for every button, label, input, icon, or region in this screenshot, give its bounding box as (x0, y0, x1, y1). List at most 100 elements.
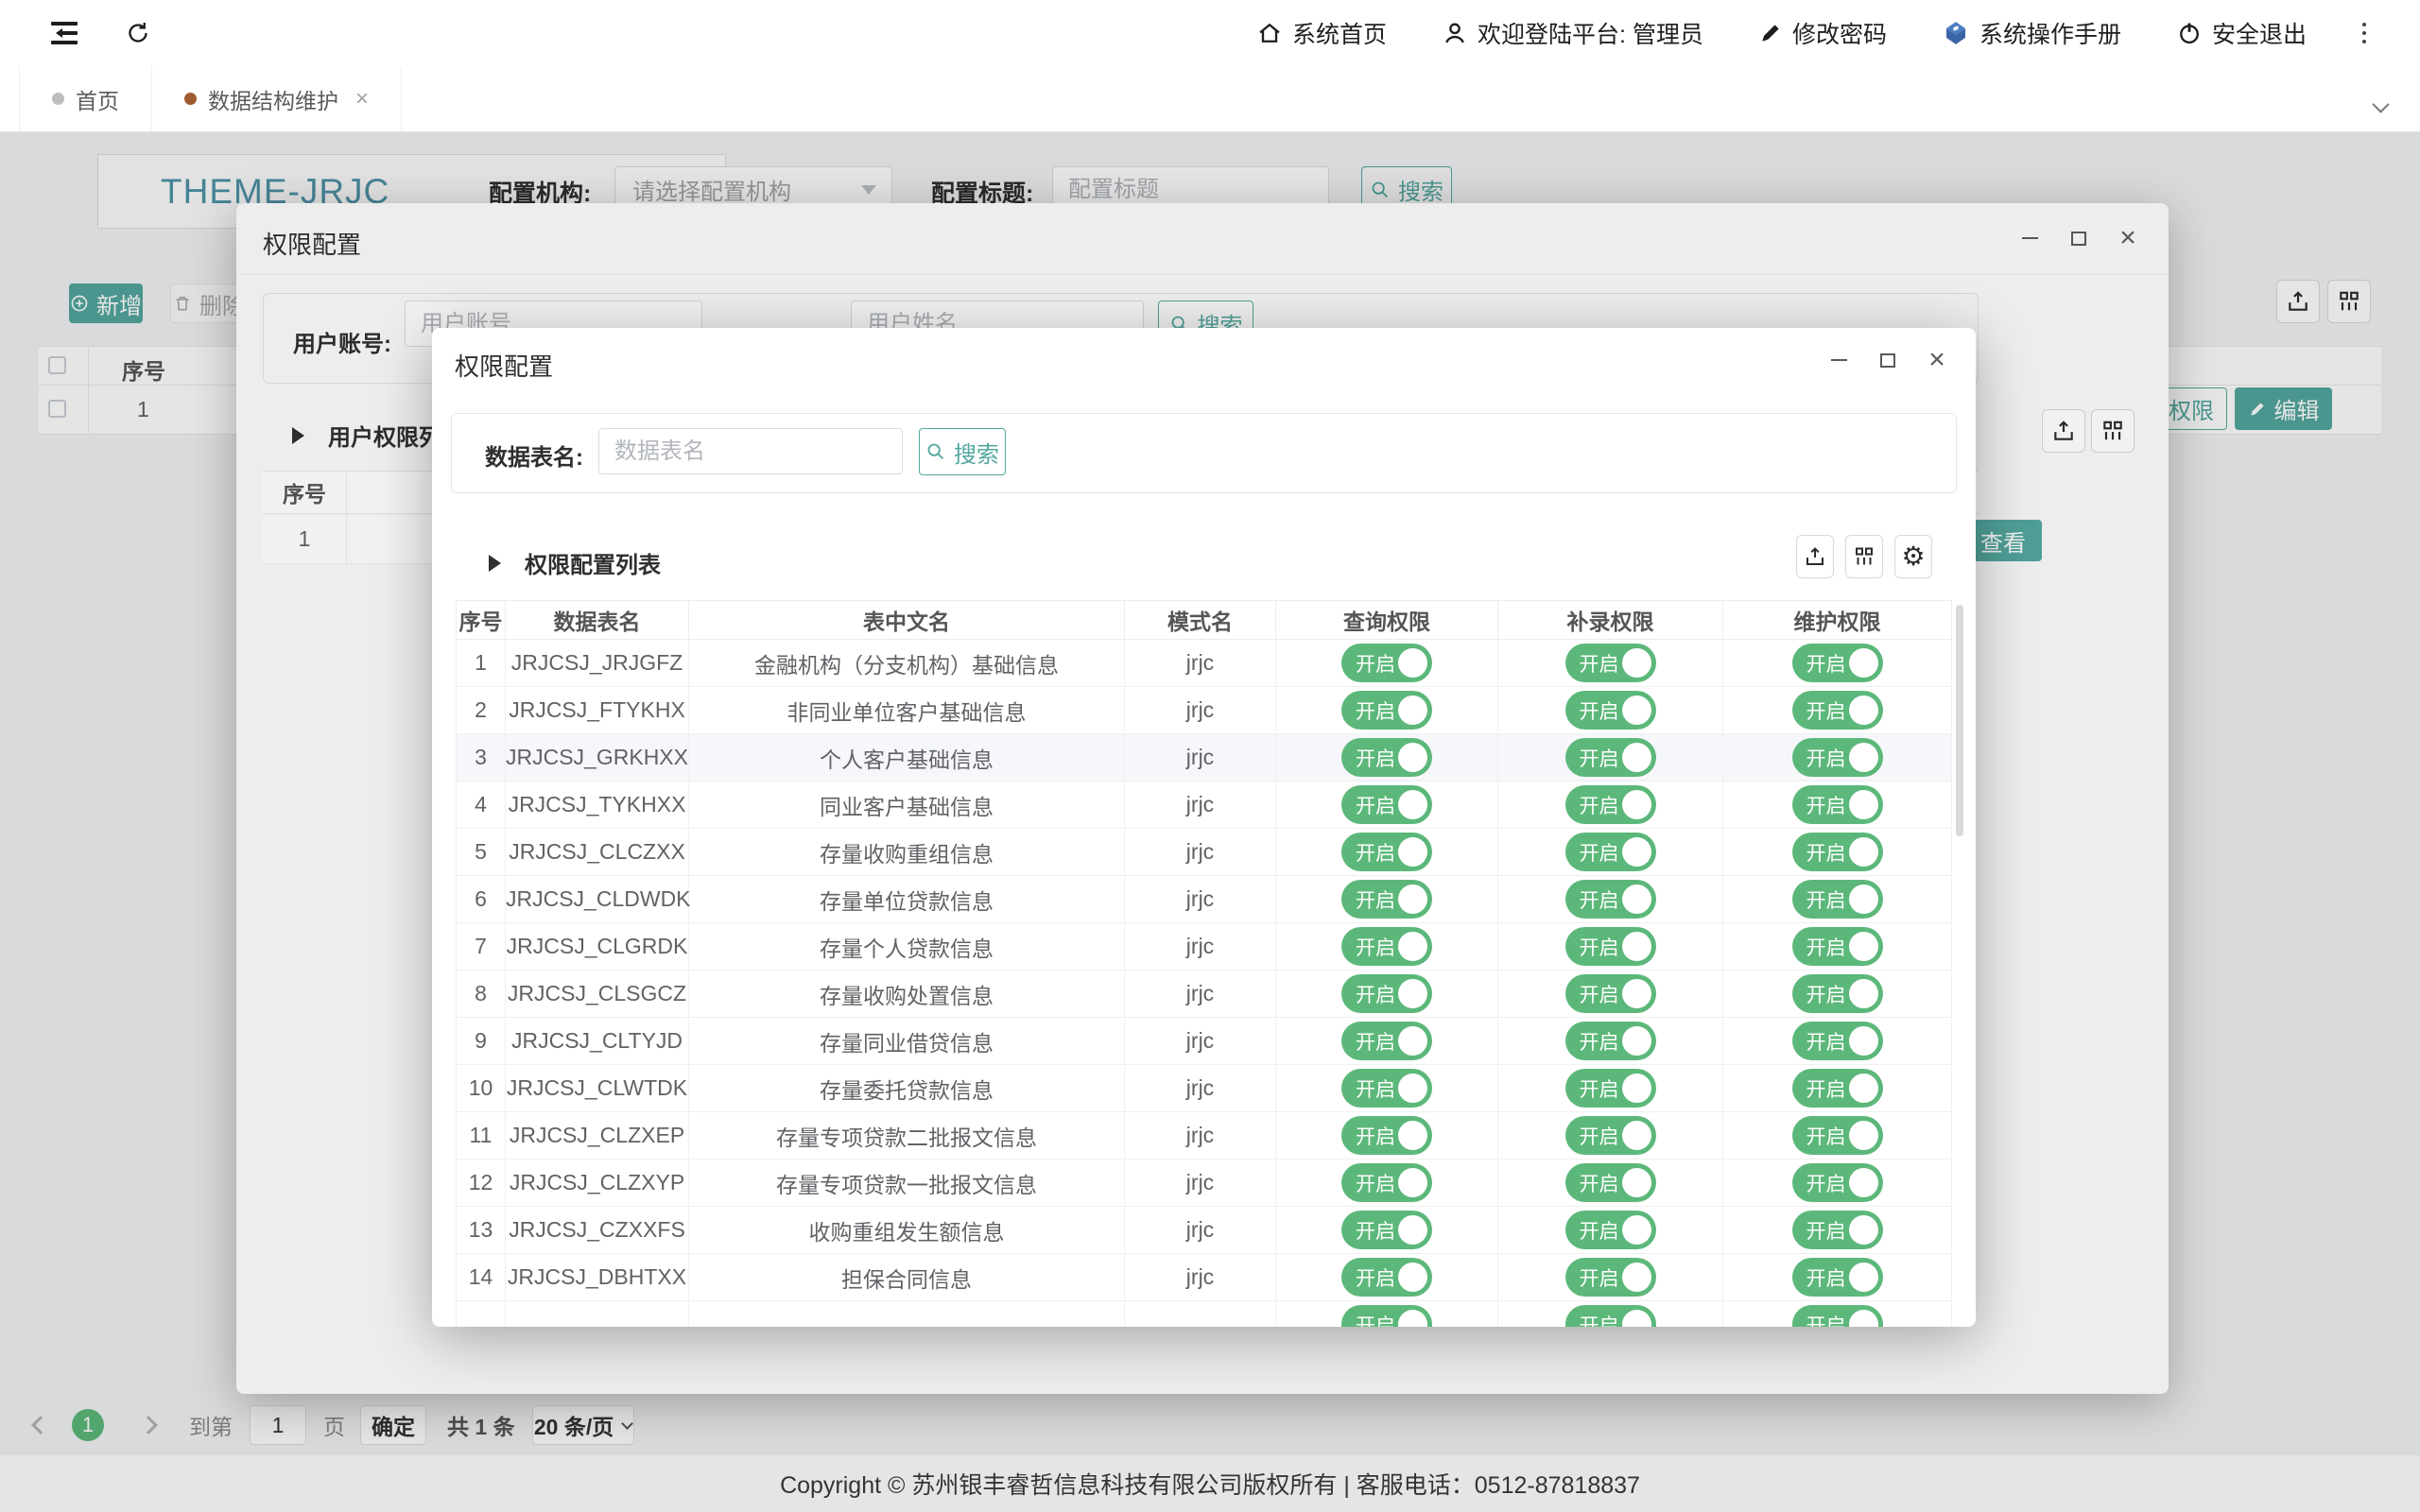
minimize-icon[interactable] (1826, 348, 1851, 372)
nav-system-manual[interactable]: 系统操作手册 (1942, 16, 2121, 50)
dialog-header[interactable]: 权限配置 × (432, 328, 1976, 394)
maintain-permission-toggle[interactable]: 开启 (1792, 1305, 1883, 1327)
maintain-permission-toggle[interactable]: 开启 (1792, 1258, 1883, 1297)
maximize-icon[interactable] (1876, 348, 1900, 372)
supplement-permission-toggle[interactable]: 开启 (1565, 1305, 1656, 1327)
supplement-permission-cell: 开启 (1498, 829, 1723, 876)
supplement-permission-toggle[interactable]: 开启 (1565, 785, 1656, 824)
maintain-permission-toggle[interactable]: 开启 (1792, 1116, 1883, 1155)
query-permission-toggle[interactable]: 开启 (1341, 691, 1432, 730)
maintain-permission-cell: 开启 (1723, 876, 1952, 923)
refresh-icon[interactable] (125, 20, 151, 46)
maintain-permission-toggle[interactable]: 开启 (1792, 644, 1883, 682)
maintain-permission-cell: 开启 (1723, 734, 1952, 782)
nav-system-manual-label: 系统操作手册 (1979, 16, 2121, 50)
supplement-permission-toggle[interactable]: 开启 (1565, 1211, 1656, 1249)
toggle-on-label: 开启 (1580, 933, 1619, 961)
maintain-permission-toggle[interactable]: 开启 (1792, 880, 1883, 919)
query-permission-toggle[interactable]: 开启 (1341, 974, 1432, 1013)
settings-icon-button[interactable]: ⚙ (1894, 535, 1932, 578)
query-permission-cell: 开启 (1276, 923, 1498, 971)
close-icon[interactable]: × (1925, 348, 1949, 372)
query-permission-cell: 开启 (1276, 1018, 1498, 1065)
scrollbar-thumb[interactable] (1956, 605, 1963, 836)
maintain-permission-toggle[interactable]: 开启 (1792, 738, 1883, 777)
maintain-permission-cell: 开启 (1723, 1018, 1952, 1065)
supplement-permission-toggle[interactable]: 开启 (1565, 1116, 1656, 1155)
toggle-knob (1622, 1168, 1651, 1197)
row-cn-name: 非同业单位客户基础信息 (689, 687, 1125, 734)
toggle-on-label: 开启 (1580, 1263, 1619, 1292)
row-seq: 14 (457, 1254, 506, 1301)
maintain-permission-cell: 开启 (1723, 971, 1952, 1018)
nav-change-password[interactable]: 修改密码 (1758, 16, 1887, 50)
row-seq (457, 1301, 506, 1328)
supplement-permission-cell: 开启 (1498, 1254, 1723, 1301)
toggle-on-label: 开启 (1356, 1216, 1395, 1245)
tab-home[interactable]: 首页 (19, 66, 152, 131)
query-permission-toggle[interactable]: 开启 (1341, 1116, 1432, 1155)
column-settings-icon-button[interactable] (1845, 535, 1883, 578)
maintain-permission-toggle[interactable]: 开启 (1792, 785, 1883, 824)
row-table-name: JRJCSJ_JRJGFZ (506, 640, 689, 687)
query-permission-toggle[interactable]: 开启 (1341, 1258, 1432, 1297)
tab-data-structure[interactable]: 数据结构维护 × (152, 66, 402, 131)
query-permission-cell: 开启 (1276, 734, 1498, 782)
supplement-permission-toggle[interactable]: 开启 (1565, 1163, 1656, 1202)
supplement-permission-toggle[interactable]: 开启 (1565, 1022, 1656, 1060)
col-maintain-permission: 维护权限 (1723, 601, 1952, 640)
col-schema: 模式名 (1125, 601, 1276, 640)
maintain-permission-toggle[interactable]: 开启 (1792, 974, 1883, 1013)
row-schema: jrjc (1125, 923, 1276, 971)
power-icon (2176, 20, 2203, 46)
maintain-permission-toggle[interactable]: 开启 (1792, 1069, 1883, 1108)
toggle-on-label: 开启 (1806, 1169, 1846, 1197)
toggle-on-label: 开启 (1580, 1027, 1619, 1056)
export-icon-button[interactable] (1796, 535, 1834, 578)
query-permission-toggle[interactable]: 开启 (1341, 1211, 1432, 1249)
nav-system-home-label: 系统首页 (1292, 16, 1387, 50)
tab-dot-icon (52, 93, 64, 105)
collapse-menu-icon[interactable] (51, 22, 78, 44)
toggle-on-label: 开启 (1356, 1122, 1395, 1150)
toggle-on-label: 开启 (1356, 1074, 1395, 1103)
maintain-permission-toggle[interactable]: 开启 (1792, 833, 1883, 871)
supplement-permission-toggle[interactable]: 开启 (1565, 927, 1656, 966)
query-permission-toggle[interactable]: 开启 (1341, 1305, 1432, 1327)
supplement-permission-toggle[interactable]: 开启 (1565, 644, 1656, 682)
table-row: 2 JRJCSJ_FTYKHX 非同业单位客户基础信息 jrjc 开启 开启 开… (457, 687, 1952, 734)
query-permission-toggle[interactable]: 开启 (1341, 738, 1432, 777)
query-permission-toggle[interactable]: 开启 (1341, 833, 1432, 871)
query-permission-toggle[interactable]: 开启 (1341, 880, 1432, 919)
supplement-permission-toggle[interactable]: 开启 (1565, 738, 1656, 777)
more-menu-icon[interactable] (2361, 19, 2367, 47)
supplement-permission-toggle[interactable]: 开启 (1565, 1258, 1656, 1297)
toggle-knob (1622, 837, 1651, 867)
row-schema: jrjc (1125, 640, 1276, 687)
maintain-permission-toggle[interactable]: 开启 (1792, 1163, 1883, 1202)
supplement-permission-toggle[interactable]: 开启 (1565, 880, 1656, 919)
nav-system-home[interactable]: 系统首页 (1256, 16, 1387, 50)
maintain-permission-toggle[interactable]: 开启 (1792, 1022, 1883, 1060)
supplement-permission-cell: 开启 (1498, 876, 1723, 923)
table-search-button[interactable]: 搜索 (919, 428, 1006, 475)
table-name-input[interactable] (598, 428, 903, 474)
tabs-dropdown-icon[interactable] (2375, 91, 2394, 110)
supplement-permission-toggle[interactable]: 开启 (1565, 691, 1656, 730)
query-permission-toggle[interactable]: 开启 (1341, 1022, 1432, 1060)
query-permission-toggle[interactable]: 开启 (1341, 927, 1432, 966)
query-permission-toggle[interactable]: 开启 (1341, 1163, 1432, 1202)
nav-welcome-user[interactable]: 欢迎登陆平台: 管理员 (1442, 16, 1703, 50)
query-permission-toggle[interactable]: 开启 (1341, 1069, 1432, 1108)
tab-close-icon[interactable]: × (355, 88, 369, 111)
permission-list-section[interactable]: 权限配置列表 (489, 546, 661, 579)
maintain-permission-toggle[interactable]: 开启 (1792, 927, 1883, 966)
query-permission-toggle[interactable]: 开启 (1341, 785, 1432, 824)
query-permission-toggle[interactable]: 开启 (1341, 644, 1432, 682)
supplement-permission-toggle[interactable]: 开启 (1565, 1069, 1656, 1108)
maintain-permission-toggle[interactable]: 开启 (1792, 691, 1883, 730)
nav-logout[interactable]: 安全退出 (2176, 16, 2307, 50)
supplement-permission-toggle[interactable]: 开启 (1565, 974, 1656, 1013)
supplement-permission-toggle[interactable]: 开启 (1565, 833, 1656, 871)
maintain-permission-toggle[interactable]: 开启 (1792, 1211, 1883, 1249)
